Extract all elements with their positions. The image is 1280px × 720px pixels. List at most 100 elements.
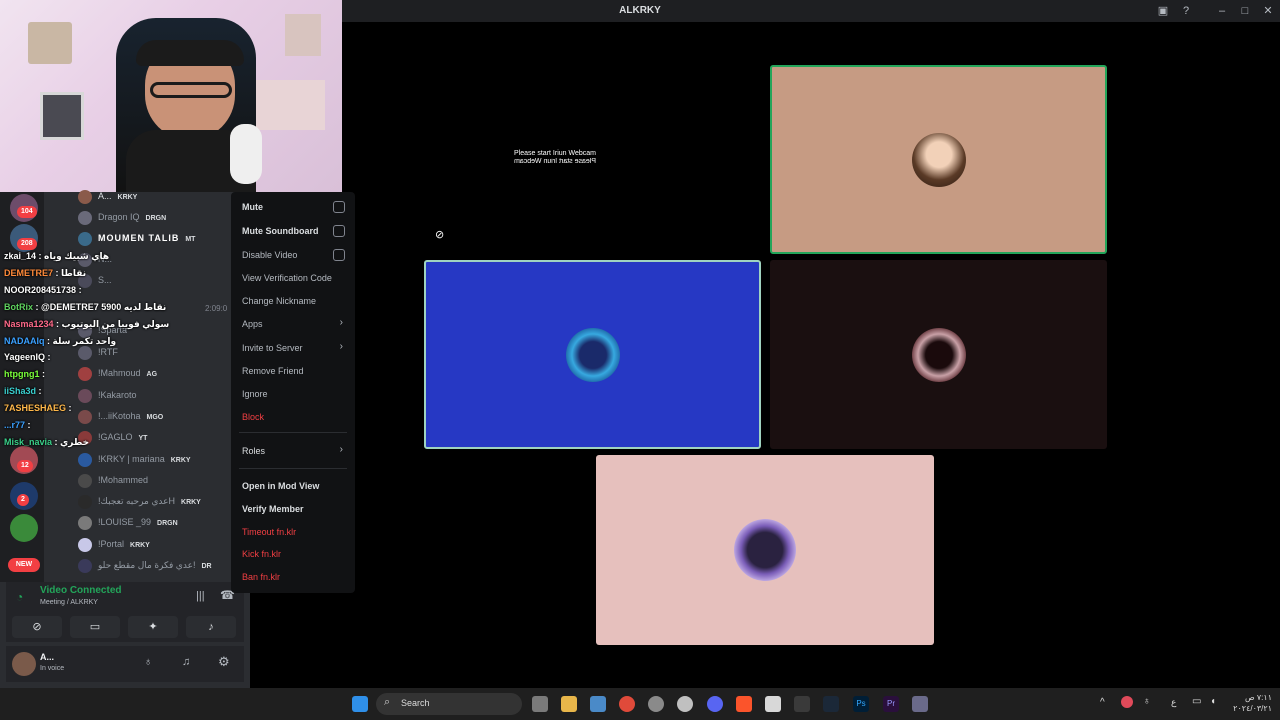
menu-item[interactable]: Disable Video (231, 245, 355, 265)
tray-app-icon[interactable] (1121, 696, 1133, 708)
start-icon[interactable] (352, 696, 368, 712)
video-tile-4[interactable] (596, 455, 934, 645)
checkbox[interactable] (333, 225, 345, 237)
shelf (255, 80, 325, 130)
store-icon[interactable] (590, 696, 606, 712)
volume-icon[interactable]: ◖ (1210, 696, 1216, 707)
member-name: !LOUISE _99 (98, 517, 152, 527)
voice-member[interactable]: عدي فكرة مال مقطع حلو! DR (78, 555, 212, 575)
chat-separator: : (25, 420, 31, 430)
menu-item[interactable]: Ban fn.klr (231, 567, 355, 587)
steam-icon[interactable] (823, 696, 839, 712)
noise-suppression-icon[interactable]: ||| (196, 590, 205, 602)
voice-connection-panel: ◔ Video Connected Meeting / ALKRKY ||| ☎… (6, 582, 244, 642)
screen-share-button[interactable]: ▭ (70, 616, 120, 638)
capcut-icon[interactable] (794, 696, 810, 712)
video-tile-1[interactable] (770, 65, 1107, 254)
menu-item[interactable]: Change Nickname (231, 291, 355, 311)
voice-member[interactable]: !Mohammed (78, 470, 148, 490)
chat-separator: : (39, 369, 45, 379)
inbox-icon[interactable]: ▣ (1155, 3, 1171, 19)
menu-item[interactable]: Roles › (231, 441, 355, 461)
network-icon[interactable]: ▭ (1192, 696, 1201, 707)
voice-member[interactable]: Dragon IQ DRGN (78, 207, 166, 227)
file-explorer-icon[interactable] (561, 696, 577, 712)
video-toggle-button[interactable]: ⊘ (12, 616, 62, 638)
headphones-icon[interactable]: ♫ (182, 656, 190, 668)
voice-member[interactable]: !عدي مرحبه تعجبكH KRKY (78, 491, 201, 511)
minimize-button[interactable]: – (1214, 3, 1230, 19)
member-name: !RTF (98, 347, 118, 357)
checkbox[interactable] (333, 201, 345, 213)
language-indicator[interactable]: ع (1171, 697, 1176, 708)
soundboard-button[interactable]: ♪ (186, 616, 236, 638)
menu-item[interactable]: Open in Mod View (231, 476, 355, 496)
premiere-icon[interactable]: Pr (883, 696, 899, 712)
voice-member[interactable]: !...iiKotoha MGO (78, 406, 163, 426)
menu-item-label: Mute (242, 202, 263, 212)
app-icon[interactable] (912, 696, 928, 712)
menu-item[interactable]: Ignore (231, 384, 355, 404)
clock[interactable]: ٧:١١ ص ٢٠٢٤/٠٣/٢١ (1228, 692, 1272, 714)
chat-username: YageenIQ (4, 352, 46, 362)
task-view-icon[interactable] (532, 696, 548, 712)
menu-item[interactable]: Apps › (231, 314, 355, 334)
member-name: !Kakaroto (98, 390, 137, 400)
server-icon[interactable] (10, 514, 38, 542)
clock-time: ٧:١١ ص (1244, 693, 1272, 702)
voice-member[interactable]: !Portal KRKY (78, 534, 150, 554)
voice-member[interactable]: MOUMEN TALIB MT (78, 228, 195, 248)
microphone-tray-icon[interactable]: ♁ (1143, 696, 1151, 707)
new-unreads-pill[interactable]: NEW (8, 558, 40, 572)
checkbox[interactable] (333, 249, 345, 261)
chat-message: ...r77 : (4, 419, 31, 431)
discord-icon[interactable] (707, 696, 723, 712)
member-name: !عدي مرحبه تعجبكH (98, 496, 176, 506)
chat-separator: : (76, 285, 82, 295)
chat-separator: : (36, 386, 42, 396)
chat-username: Nasma1234 (4, 319, 54, 329)
avatar[interactable] (12, 652, 36, 676)
voice-member[interactable]: A... KRKY (78, 186, 137, 206)
unread-badge: 104 (17, 206, 37, 218)
taskbar-search[interactable]: ⌕ Search (376, 693, 522, 715)
chat-separator: : (53, 319, 62, 329)
avatar (78, 409, 92, 424)
activities-button[interactable]: ✦ (128, 616, 178, 638)
menu-item[interactable]: Kick fn.klr (231, 544, 355, 564)
brave-icon[interactable] (736, 696, 752, 712)
chevron-up-icon[interactable]: ^ (1100, 697, 1105, 708)
close-button[interactable]: ✕ (1260, 3, 1276, 19)
menu-item[interactable]: Mute (231, 197, 355, 217)
member-tag: YT (138, 435, 148, 442)
menu-item[interactable]: View Verification Code (231, 268, 355, 288)
member-tag: KRKY (117, 194, 138, 201)
maximize-button[interactable]: □ (1237, 3, 1253, 19)
chat-message: NADAAlq : واحد تكمر سلة (4, 335, 116, 347)
obs-icon[interactable] (677, 696, 693, 712)
user-status: In voice (40, 665, 65, 672)
microphone-icon[interactable]: ♁ (144, 656, 152, 668)
voice-channel[interactable]: Meeting / ALKRKY (40, 599, 98, 606)
menu-item[interactable]: Invite to Server › (231, 338, 355, 358)
voice-member[interactable]: !Mahmoud AG (78, 363, 157, 383)
app-icon[interactable] (648, 696, 664, 712)
voice-member[interactable]: !Kakaroto (78, 385, 137, 405)
menu-item[interactable]: Verify Member (231, 499, 355, 519)
voice-member[interactable]: !LOUISE _99 DRGN (78, 512, 178, 532)
app-icon[interactable] (765, 696, 781, 712)
signal-icon[interactable]: ◔ (16, 590, 23, 604)
video-tile-3[interactable] (770, 260, 1107, 449)
help-icon[interactable]: ? (1178, 3, 1194, 19)
settings-gear-icon[interactable]: ⚙ (218, 654, 230, 670)
menu-item[interactable]: Mute Soundboard (231, 221, 355, 241)
menu-item[interactable]: Block (231, 407, 355, 427)
video-tile-2[interactable] (424, 260, 761, 449)
photoshop-icon[interactable]: Ps (853, 696, 869, 712)
menu-item-label: Ban fn.klr (242, 572, 281, 582)
chrome-icon[interactable] (619, 696, 635, 712)
menu-item[interactable]: Timeout fn.klr (231, 522, 355, 542)
menu-item[interactable]: Remove Friend (231, 361, 355, 381)
member-name: !KRKY | mariana (98, 454, 165, 464)
voice-member[interactable]: !KRKY | mariana KRKY (78, 449, 191, 469)
